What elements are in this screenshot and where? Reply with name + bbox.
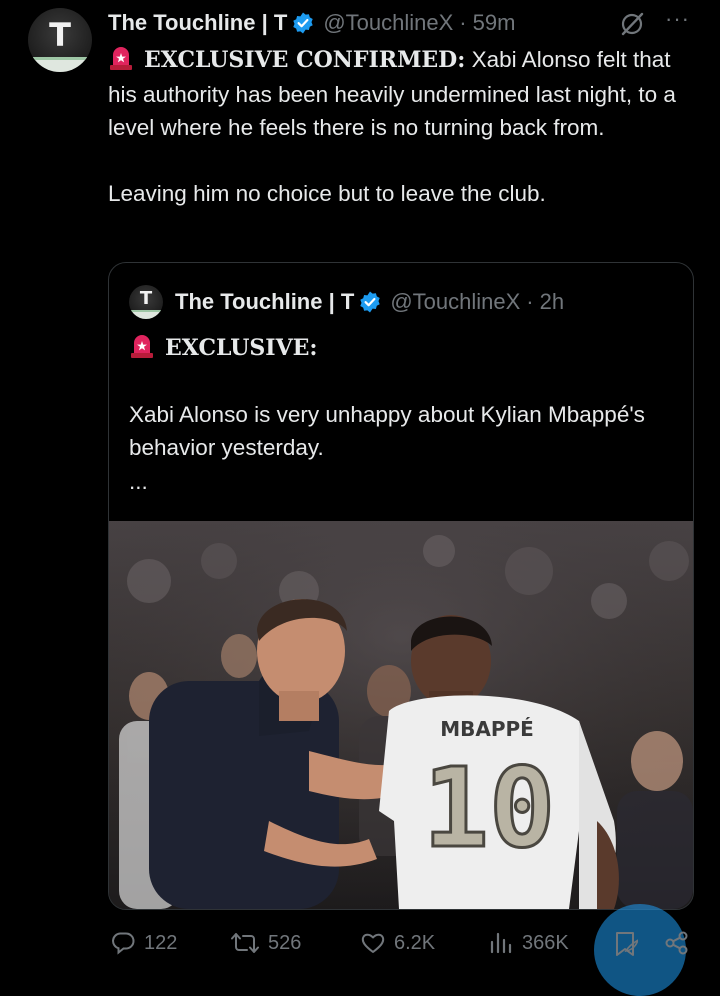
quoted-tweet-body: EXCLUSIVE: Xabi Alonso is very unhappy a…	[129, 331, 669, 498]
view-count: 366K	[522, 931, 569, 954]
header-separator: ·	[459, 10, 467, 35]
reply-count: 122	[144, 931, 178, 954]
author-avatar[interactable]: T	[28, 8, 92, 72]
quoted-avatar-letter: T	[139, 288, 153, 309]
tweet-timestamp[interactable]: 59m	[473, 10, 516, 36]
repost-icon	[231, 933, 259, 953]
heart-icon	[361, 933, 385, 953]
repost-button[interactable]: 526	[230, 930, 301, 956]
avatar-base	[28, 57, 92, 72]
tweet-text-paragraph-2: Leaving him no choice but to leave the c…	[108, 180, 546, 206]
quoted-header-separator: ·	[526, 289, 534, 314]
quoted-tweet-text: Xabi Alonso is very unhappy about Kylian…	[129, 401, 645, 461]
quoted-tweet-timestamp[interactable]: 2h	[540, 289, 564, 315]
tweet-headline: EXCLUSIVE CONFIRMED:	[144, 47, 466, 73]
tweet-body: EXCLUSIVE CONFIRMED: Xabi Alonso felt th…	[108, 43, 703, 210]
quoted-author-avatar[interactable]: T	[129, 285, 163, 319]
share-icon[interactable]	[664, 930, 690, 961]
verified-badge-icon	[358, 290, 382, 314]
views-button[interactable]: 366K	[488, 930, 569, 956]
author-display-name[interactable]: The Touchline | T	[108, 10, 287, 36]
more-icon[interactable]: ···	[665, 6, 690, 32]
like-button[interactable]: 6.2K	[360, 930, 435, 956]
quoted-tweet-card[interactable]: T The Touchline | T @TouchlineX · 2h EXC…	[108, 262, 694, 910]
quoted-author-display-name[interactable]: The Touchline | T	[175, 289, 354, 315]
police-siren-icon	[129, 333, 155, 359]
quoted-tweet-headline: EXCLUSIVE:	[165, 335, 318, 361]
bookmark-icon[interactable]	[612, 930, 639, 963]
views-chart-icon	[490, 932, 512, 954]
author-handle[interactable]: @TouchlineX	[323, 10, 453, 36]
verified-badge-icon	[291, 11, 315, 35]
quoted-avatar-base	[129, 310, 163, 319]
repost-count: 526	[268, 931, 302, 954]
reply-icon	[112, 932, 135, 955]
quoted-tweet-header: T The Touchline | T @TouchlineX · 2h	[129, 285, 564, 319]
quoted-tweet-ellipsis: ...	[129, 468, 148, 494]
quoted-author-handle[interactable]: @TouchlineX	[390, 289, 520, 315]
avatar-letter: T	[49, 16, 71, 54]
reply-button[interactable]: 122	[110, 930, 177, 956]
police-siren-icon	[108, 45, 134, 71]
quoted-tweet-photo[interactable]: MBAPPÉ 10	[109, 521, 693, 909]
grok-icon[interactable]	[618, 10, 646, 38]
like-count: 6.2K	[394, 931, 436, 954]
tweet-header: The Touchline | T @TouchlineX · 59m	[108, 8, 700, 38]
jersey-name: MBAPPÉ	[440, 717, 534, 741]
jersey-number: 10	[423, 744, 555, 872]
